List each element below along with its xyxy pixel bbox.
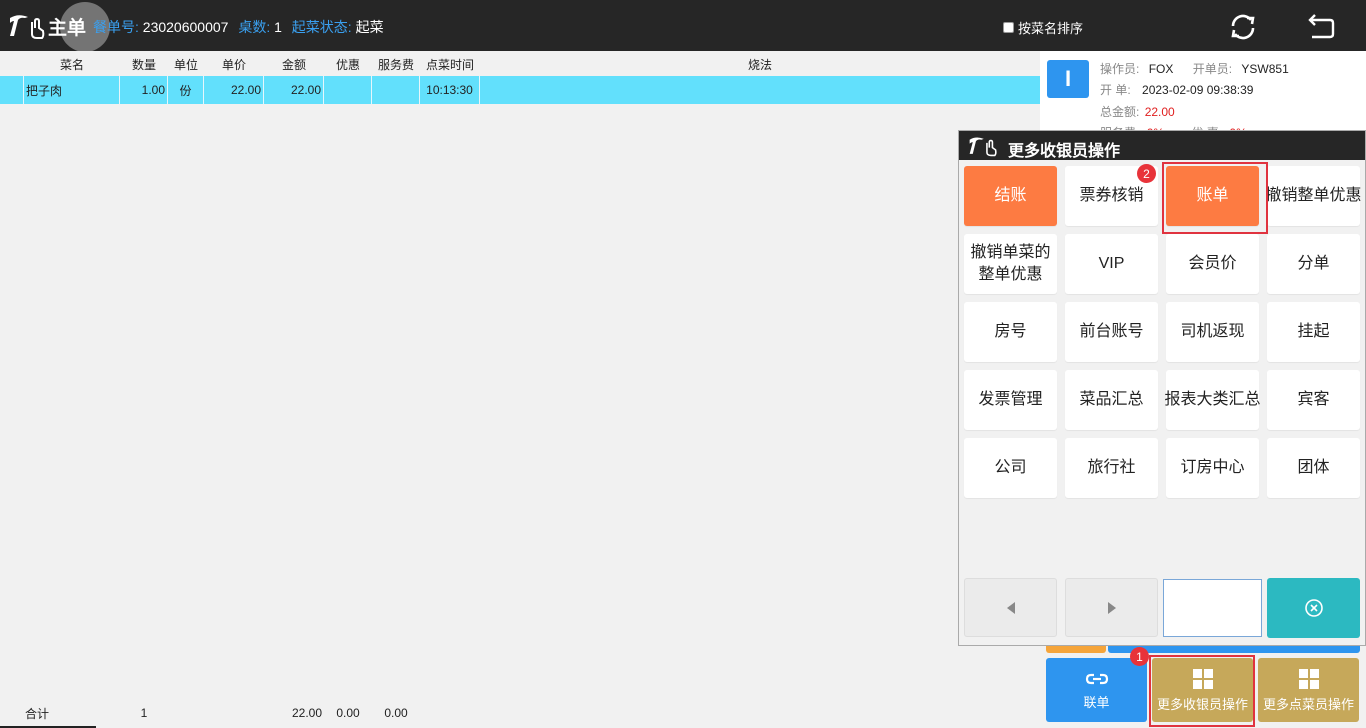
row-method: [480, 76, 1040, 104]
step-badge-2: 2: [1137, 164, 1156, 183]
cancel-order-discount-button[interactable]: 撤销整单优惠: [1266, 166, 1362, 226]
footer-amount: 22.00: [291, 706, 322, 720]
footer-qty: 1: [140, 706, 148, 720]
footer-service: 0.00: [384, 706, 408, 720]
col-header-method[interactable]: 烧法: [480, 56, 1040, 72]
number-input[interactable]: [1163, 579, 1262, 637]
open-time-value: 2023-02-09 09:38:39: [1142, 83, 1254, 97]
partially-hidden-button[interactable]: [1046, 646, 1106, 653]
checkout-button[interactable]: 结账: [964, 166, 1057, 226]
table-footer: 合计 1 22.00 0.00 0.00: [0, 702, 1040, 724]
travel-agency-button[interactable]: 旅行社: [1065, 438, 1158, 498]
status-value: 起菜: [355, 19, 384, 35]
order-info-panel: I 操作员: FOX 开单员: YSW851 开 单: 2023-02-09 0…: [1040, 51, 1366, 140]
more-waiter-actions-button[interactable]: 更多点菜员操作: [1258, 658, 1359, 722]
open-time-label: 开 单:: [1100, 83, 1131, 97]
table-header: 菜名 数量 单位 单价 金额 优惠 服务费 点菜时间 烧法: [0, 51, 1040, 76]
col-header-unit[interactable]: 单位: [168, 56, 204, 72]
driver-cashback-button[interactable]: 司机返现: [1166, 302, 1259, 362]
checkbox-box[interactable]: [1003, 22, 1014, 33]
report-category-summary-button[interactable]: 报表大类汇总: [1165, 370, 1261, 430]
opener-value: YSW851: [1241, 62, 1289, 76]
col-header-service[interactable]: 服务费: [372, 56, 420, 72]
next-page-button[interactable]: [1065, 578, 1158, 637]
row-price: 22.00: [204, 76, 264, 104]
company-button[interactable]: 公司: [964, 438, 1057, 498]
row-time: 10:13:30: [420, 76, 480, 104]
page-title: 主单: [48, 18, 87, 39]
clear-button[interactable]: [1267, 578, 1360, 638]
step-badge-1: 1: [1130, 647, 1149, 666]
invoice-management-button[interactable]: 发票管理: [964, 370, 1057, 430]
booking-center-button[interactable]: 订房中心: [1166, 438, 1259, 498]
dish-summary-button[interactable]: 菜品汇总: [1065, 370, 1158, 430]
opener-label: 开单员:: [1192, 62, 1233, 76]
operator-line: 操作员: FOX 开单员: YSW851: [1100, 60, 1289, 77]
open-time-line: 开 单: 2023-02-09 09:38:39: [1100, 81, 1253, 98]
more-cashier-actions-dialog: 更多收银员操作 结账 票券核销 账单 撤销整单优惠 撤销单菜的整单优惠 VIP …: [958, 130, 1366, 646]
operator-value: FOX: [1148, 62, 1174, 76]
col-header-time[interactable]: 点菜时间: [420, 56, 480, 72]
split-bill-button[interactable]: 分单: [1267, 234, 1360, 294]
logo-icon: [969, 137, 997, 157]
hang-up-button[interactable]: 挂起: [1267, 302, 1360, 362]
tables-value: 1: [274, 19, 282, 35]
footer-label: 合计: [25, 706, 50, 721]
bill-no-label: 餐单号:: [93, 19, 139, 35]
bill-button[interactable]: 账单: [1166, 166, 1259, 226]
more-waiter-actions-label: 更多点菜员操作: [1262, 696, 1354, 712]
back-icon[interactable]: [1306, 12, 1336, 40]
row-amount: 22.00: [264, 76, 324, 104]
row-qty: 1.00: [120, 76, 168, 104]
more-cashier-actions-button[interactable]: 更多收银员操作: [1152, 658, 1253, 722]
total-line: 总金额: 22.00: [1100, 103, 1175, 120]
info-button[interactable]: I: [1047, 60, 1089, 98]
sort-label: 按菜名排序: [1018, 21, 1084, 36]
top-bar: 主单 餐单号: 23020600007 桌数: 1 起菜状态: 起菜 按菜名排序: [0, 0, 1366, 52]
more-cashier-actions-label: 更多收银员操作: [1156, 696, 1248, 712]
operator-label: 操作员:: [1100, 62, 1140, 76]
total-label: 总金额:: [1100, 105, 1140, 119]
bill-info: 餐单号: 23020600007 桌数: 1 起菜状态: 起菜: [93, 17, 390, 37]
member-price-button[interactable]: 会员价: [1166, 234, 1259, 294]
row-unit: 份: [168, 76, 204, 104]
status-label: 起菜状态:: [291, 19, 352, 35]
col-header-price[interactable]: 单价: [204, 56, 264, 72]
row-service: [372, 76, 420, 104]
row-name: 把子肉: [24, 76, 120, 104]
link-order-label: 联单: [1083, 694, 1110, 710]
room-number-button[interactable]: 房号: [964, 302, 1057, 362]
dialog-title: 更多收银员操作: [1008, 143, 1121, 160]
cancel-item-order-discount-button[interactable]: 撤销单菜的整单优惠: [964, 234, 1057, 294]
caret-left-icon: [1006, 601, 1015, 614]
link-order-button[interactable]: 联单: [1046, 658, 1147, 722]
footer-discount: 0.00: [336, 706, 360, 720]
dialog-header: 更多收银员操作: [959, 131, 1365, 160]
col-header-amount[interactable]: 金额: [264, 56, 324, 72]
link-icon: [1085, 673, 1108, 684]
caret-right-icon: [1107, 601, 1116, 614]
refresh-icon[interactable]: [1228, 12, 1258, 42]
guest-button[interactable]: 宾客: [1267, 370, 1360, 430]
prev-page-button[interactable]: [964, 578, 1057, 637]
group-button[interactable]: 团体: [1267, 438, 1360, 498]
row-discount: [324, 76, 372, 104]
logo-icon: [10, 15, 45, 39]
table-row[interactable]: 把子肉 1.00 份 22.00 22.00 10:13:30: [0, 76, 1040, 104]
front-desk-account-button[interactable]: 前台账号: [1065, 302, 1158, 362]
col-header-name[interactable]: 菜名: [24, 56, 120, 72]
col-header-qty[interactable]: 数量: [120, 56, 168, 72]
tables-label: 桌数:: [238, 19, 271, 35]
grid-icon: [1192, 668, 1213, 689]
bill-no-value: 23020600007: [142, 19, 229, 35]
sort-by-name-checkbox[interactable]: 按菜名排序: [1003, 18, 1083, 37]
vip-button[interactable]: VIP: [1065, 234, 1158, 294]
col-header-discount[interactable]: 优惠: [324, 56, 372, 72]
total-value: 22.00: [1144, 105, 1175, 119]
grid-icon: [1298, 668, 1319, 689]
clear-circle-icon: [1304, 599, 1323, 617]
